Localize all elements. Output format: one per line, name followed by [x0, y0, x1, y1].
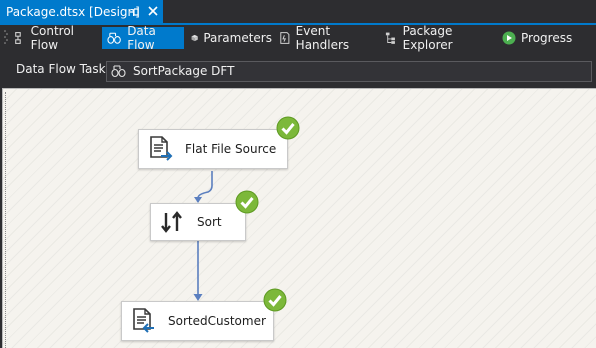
component-flat-file-source[interactable]: Flat File Source: [138, 129, 288, 169]
control-flow-icon: [15, 32, 21, 44]
success-check-icon: [263, 288, 287, 312]
tab-control-flow[interactable]: Control Flow: [8, 24, 98, 52]
tab-package-explorer-label: Package Explorer: [402, 24, 453, 52]
tab-progress[interactable]: Progress: [497, 27, 577, 49]
data-flow-icon: [107, 32, 121, 44]
designer-toolbar: Control Flow Data Flow Parameters Event …: [0, 24, 596, 52]
flat-file-source-icon: [150, 136, 173, 161]
data-flow-task-label: Data Flow Task:: [16, 62, 110, 76]
tab-control-flow-label: Control Flow: [30, 24, 75, 52]
flat-file-destination-icon: [133, 308, 154, 333]
data-flow-task-select[interactable]: SortPackage DFT: [106, 61, 592, 82]
component-name: Flat File Source: [185, 142, 277, 156]
package-explorer-icon: [385, 32, 395, 44]
tab-data-flow[interactable]: Data Flow: [102, 24, 184, 52]
close-icon[interactable]: [147, 5, 159, 17]
document-tab-title: Package.dtsx [Design]: [6, 4, 140, 19]
tab-event-handlers[interactable]: Event Handlers: [274, 24, 378, 52]
tab-data-flow-label: Data Flow: [127, 24, 156, 52]
success-check-icon: [276, 116, 300, 140]
tab-parameters[interactable]: Parameters: [186, 27, 272, 49]
parameters-icon: [191, 34, 198, 42]
data-flow-task-row: Data Flow Task: SortPackage DFT: [0, 52, 596, 86]
component-name: Sort: [197, 215, 222, 229]
component-sorted-customer[interactable]: SortedCustomer: [121, 301, 274, 341]
tab-event-handlers-label: Event Handlers: [295, 24, 350, 52]
sort-icon: [161, 211, 182, 233]
surface-margin-guide: [5, 92, 7, 348]
tab-progress-label: Progress: [521, 31, 573, 45]
progress-icon: [502, 31, 516, 45]
data-flow-task-icon: [111, 65, 126, 78]
component-name: SortedCustomer: [168, 314, 266, 328]
pin-icon[interactable]: [128, 6, 140, 18]
tab-package-explorer[interactable]: Package Explorer: [380, 24, 496, 52]
event-handlers-icon: [280, 32, 290, 44]
document-tab-strip: Package.dtsx [Design]: [0, 0, 596, 24]
tab-parameters-label: Parameters: [203, 31, 272, 45]
success-check-icon: [235, 190, 259, 214]
document-tab[interactable]: Package.dtsx [Design]: [0, 0, 163, 23]
component-sort[interactable]: Sort: [150, 203, 246, 241]
data-flow-task-value: SortPackage DFT: [133, 64, 235, 78]
